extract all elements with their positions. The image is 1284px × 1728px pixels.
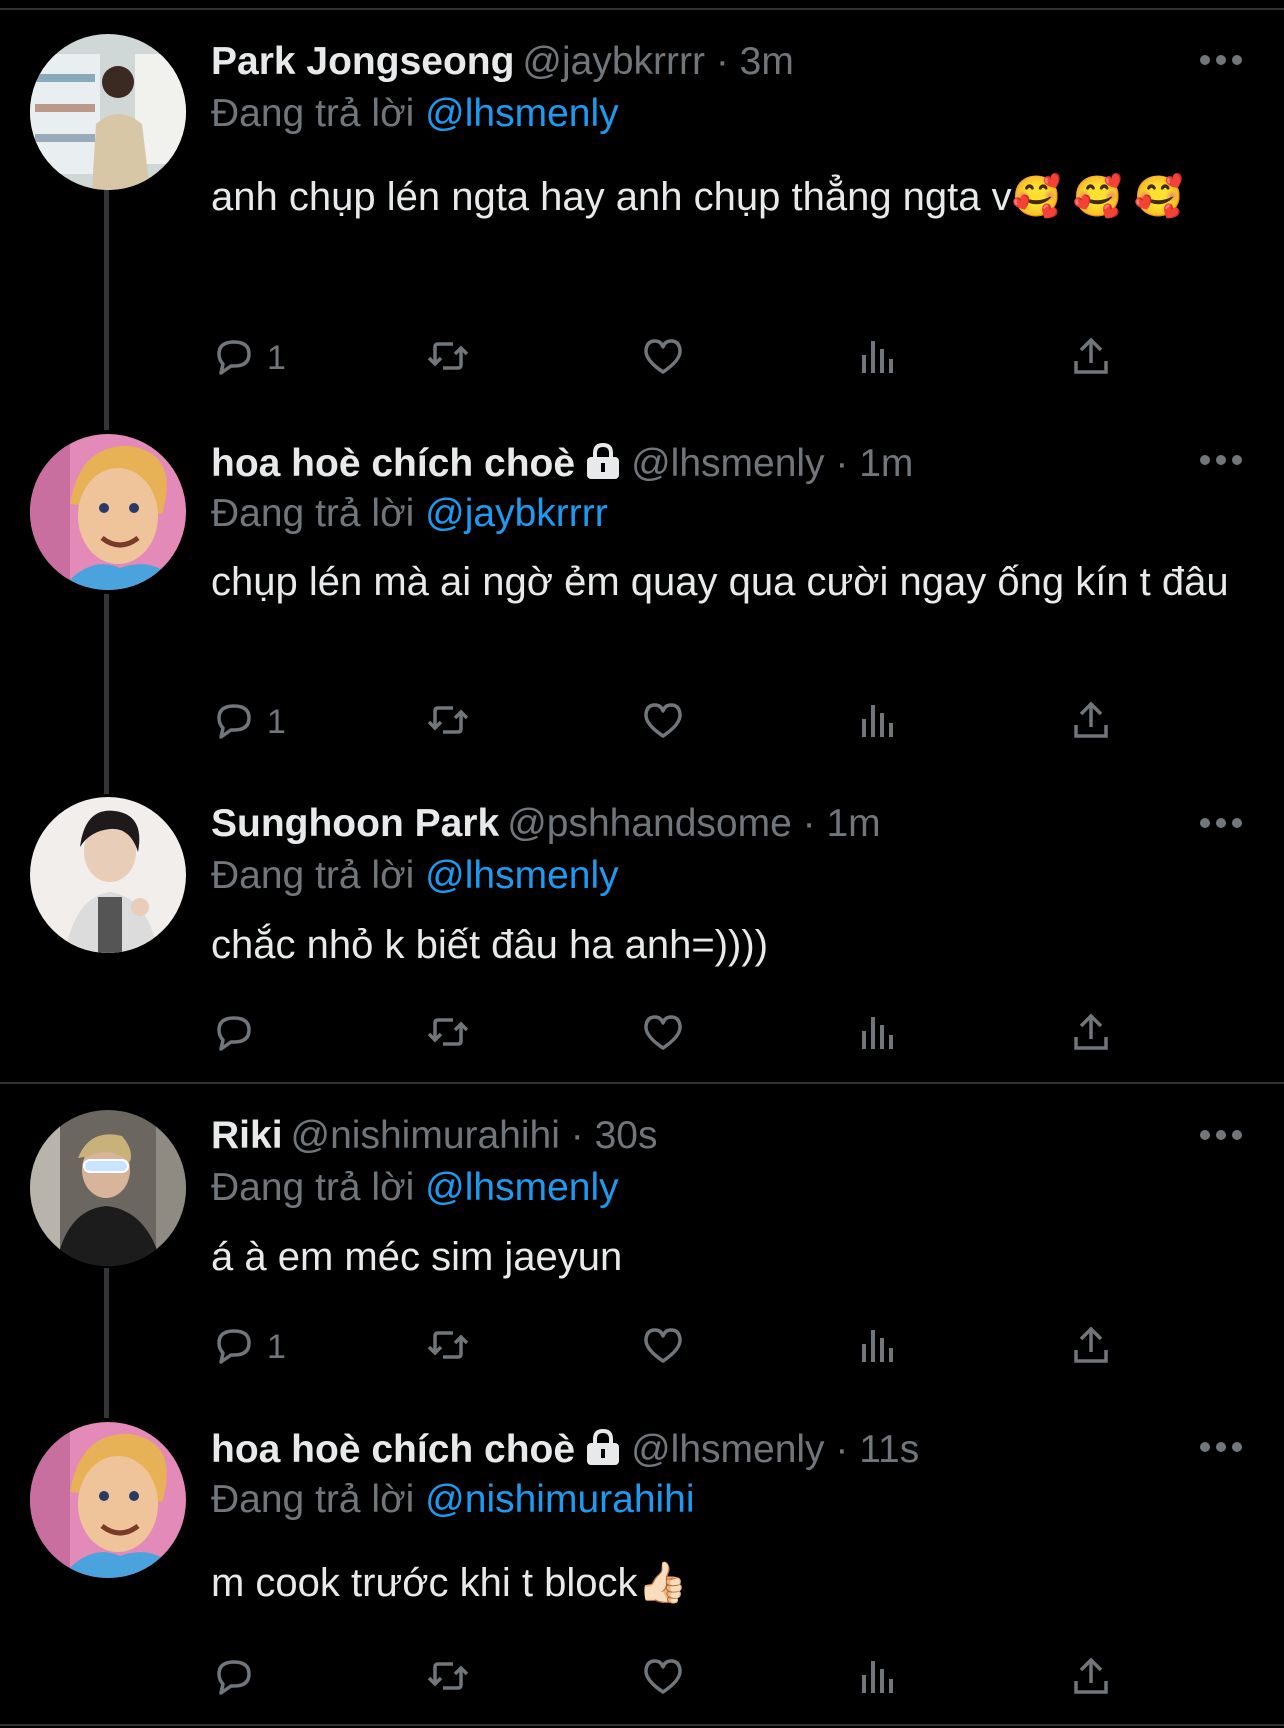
action-bar	[211, 1653, 1211, 1703]
tweet-text: m cook trước khi t block👍🏻	[211, 1561, 688, 1605]
bottom-divider	[0, 1724, 1284, 1726]
heart-icon	[640, 1653, 686, 1704]
views-icon	[854, 1653, 900, 1704]
reply-button[interactable]	[211, 1653, 257, 1703]
retweet-button[interactable]	[425, 1653, 471, 1703]
share-icon	[1068, 1653, 1114, 1704]
display-name[interactable]: hoa hoè chích choè	[211, 1428, 575, 1471]
handle[interactable]: @lhsmenly	[631, 1428, 824, 1471]
reply-prefix: Đang trả lời	[211, 1478, 415, 1521]
mention-link[interactable]: @nishimurahihi	[425, 1478, 694, 1521]
share-button[interactable]	[1068, 1653, 1114, 1703]
avatar[interactable]	[30, 1422, 186, 1578]
views-button[interactable]	[854, 1653, 900, 1703]
more-icon[interactable]	[1199, 1437, 1243, 1457]
timestamp[interactable]: · 11s	[835, 1428, 919, 1471]
like-button[interactable]	[640, 1653, 686, 1703]
replying-to: Đang trả lời @nishimurahihi	[211, 1476, 695, 1524]
lock-icon	[583, 1426, 623, 1478]
tweet[interactable]: hoa hoè chích choè @lhsmenly · 11s Đang t…	[0, 0, 1284, 1728]
retweet-icon	[425, 1653, 471, 1704]
reply-icon	[211, 1653, 257, 1704]
